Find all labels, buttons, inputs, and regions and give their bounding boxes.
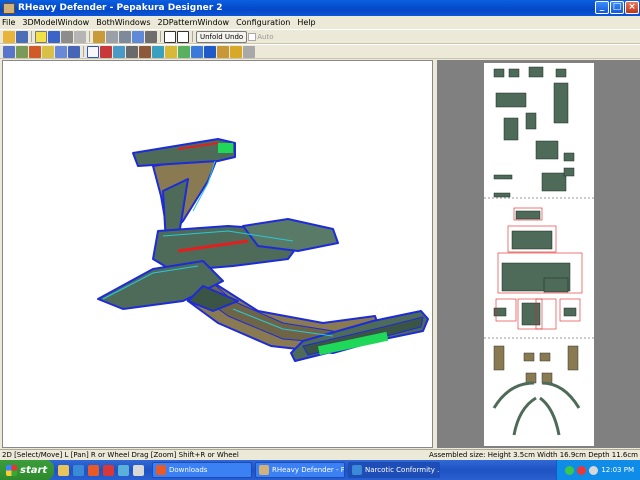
media-icon[interactable] [103,464,114,476]
auto-label: Auto [257,32,274,41]
taskbar: start Downloads RHeavy Defender - P... N… [0,460,640,480]
pencil-icon[interactable] [93,30,105,43]
separator [83,46,84,57]
texture-icon[interactable] [35,30,47,43]
start-button[interactable]: start [0,460,54,480]
frame-icon[interactable] [230,45,242,58]
flap-icon[interactable] [100,45,112,58]
move-icon[interactable] [119,30,131,43]
3d-model-view[interactable] [2,60,433,448]
status-left: 2D [Select/Move] L [Pan] R or Wheel Drag… [2,451,239,459]
layers-icon[interactable] [113,45,125,58]
menu-help[interactable]: Help [297,18,315,27]
task-label: Downloads [169,466,208,474]
edit-toolbar [0,44,640,59]
ship-model [97,138,429,362]
cut-icon[interactable] [145,30,157,43]
main-toolbar: Unfold Undo Auto [0,29,640,44]
lighting-icon[interactable] [48,30,60,43]
align-icon[interactable] [152,45,164,58]
nacelle-glow [218,143,233,153]
auto-checkbox[interactable]: Auto [248,32,274,41]
system-tray: 12:03 PM [556,460,640,480]
globe-icon[interactable] [191,45,203,58]
grid-icon[interactable] [55,45,67,58]
separator [192,31,193,42]
clock: 12:03 PM [601,466,634,474]
firefox-icon [156,465,166,475]
menu-2dpatternwindow[interactable]: 2DPatternWindow [158,18,230,27]
join-icon[interactable] [16,45,28,58]
separator [160,31,161,42]
pepakura-icon [259,465,269,475]
status-right: Assembled size: Height 3.5cm Width 16.9c… [429,451,638,459]
minimize-button[interactable]: _ [595,1,609,14]
rotate-icon[interactable] [132,30,144,43]
image-icon[interactable] [178,45,190,58]
checkbox-icon [248,32,257,41]
open-icon[interactable] [3,30,15,43]
title-bar: RHeavy Defender - Pepakura Designer 2 _ … [0,0,640,16]
maximize-button[interactable]: □ [610,1,624,14]
undo-icon[interactable] [204,45,216,58]
messenger-icon[interactable] [118,464,129,476]
brush-icon[interactable] [29,45,41,58]
task-pepakura[interactable]: RHeavy Defender - P... [255,462,345,478]
start-label: start [20,464,48,476]
print-icon[interactable] [243,45,255,58]
pointer-icon[interactable] [87,45,99,58]
hatch-icon[interactable] [126,45,138,58]
status-bar: 2D [Select/Move] L [Pan] R or Wheel Drag… [0,449,640,460]
volume-icon[interactable] [589,465,599,475]
2d-pattern-view[interactable] [437,60,640,448]
menu-configuration[interactable]: Configuration [236,18,290,27]
firefox-icon[interactable] [88,464,99,476]
ie-icon[interactable] [73,464,84,476]
window-single-icon[interactable] [164,30,176,43]
cube-icon[interactable] [61,30,73,43]
text-icon[interactable] [165,45,177,58]
network-icon[interactable] [565,465,575,475]
pattern-sheet [484,63,594,446]
task-downloads[interactable]: Downloads [152,462,252,478]
save-icon[interactable] [16,30,28,43]
copy-icon[interactable] [106,30,118,43]
menu-bar: File 3DModelWindow BothWindows 2DPattern… [0,16,640,29]
menu-bothwindows[interactable]: BothWindows [96,18,150,27]
measure-icon[interactable] [42,45,54,58]
security-icon[interactable] [577,465,587,475]
menu-file[interactable]: File [2,18,15,27]
desktop-icon[interactable] [133,464,144,476]
task-narcotic[interactable]: Narcotic Conformity ... [348,462,440,478]
ie-icon [352,465,362,475]
fold-icon[interactable] [68,45,80,58]
wire-icon[interactable] [74,30,86,43]
folder-icon[interactable] [58,464,69,476]
windows-flag-icon [6,464,17,476]
unfold-undo-button[interactable]: Unfold Undo [196,30,248,43]
close-button[interactable]: × [625,1,639,14]
line-icon[interactable] [139,45,151,58]
window-title: RHeavy Defender - Pepakura Designer 2 [18,3,223,13]
separator [31,31,32,42]
separator [89,31,90,42]
menu-3dmodelwindow[interactable]: 3DModelWindow [22,18,89,27]
select-icon[interactable] [3,45,15,58]
task-label: RHeavy Defender - P... [272,466,345,474]
window-split-icon[interactable] [177,30,189,43]
task-label: Narcotic Conformity ... [365,466,440,474]
stack-icon[interactable] [217,45,229,58]
app-icon [3,2,15,14]
pattern-parts [484,66,594,436]
